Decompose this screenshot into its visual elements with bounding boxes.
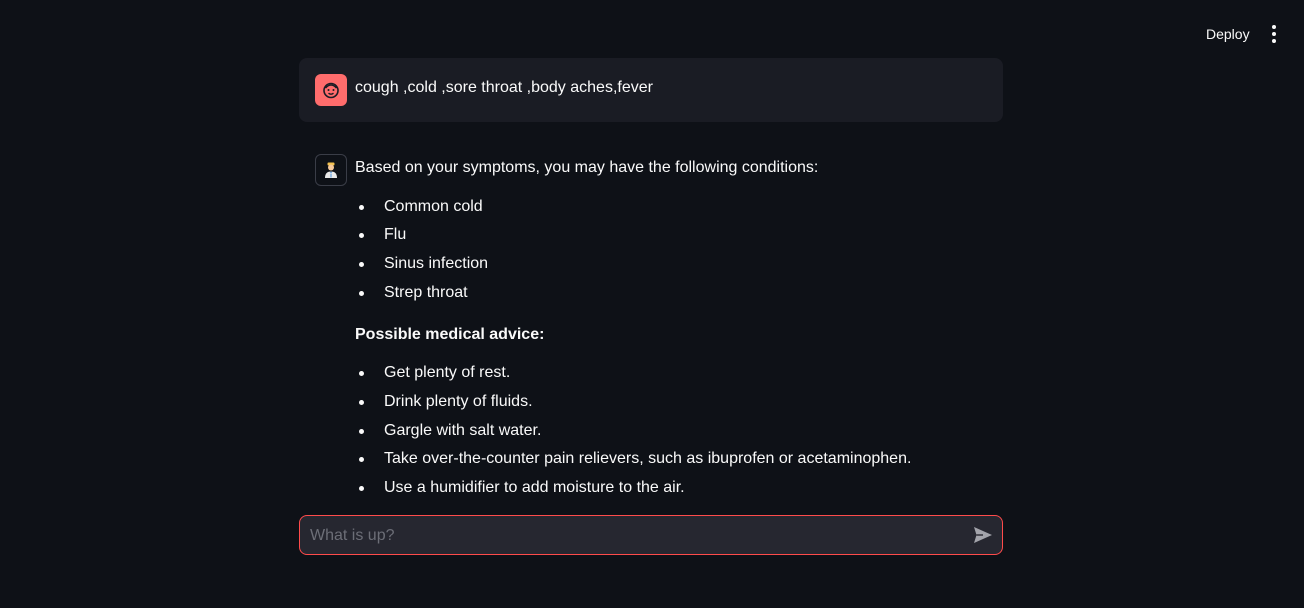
app: Deploy cough ,cold ,sore throat ,body ac… xyxy=(0,0,1304,608)
user-avatar xyxy=(315,74,347,106)
list-item: Sinus infection xyxy=(359,251,995,280)
assistant-message-content: Based on your symptoms, you may have the… xyxy=(355,154,995,504)
face-icon xyxy=(323,82,339,99)
vertical-ellipsis-icon xyxy=(1272,25,1276,29)
main-menu-button[interactable] xyxy=(1262,20,1286,48)
advice-heading: Possible medical advice: xyxy=(355,325,545,343)
doctor-icon xyxy=(325,162,337,178)
list-item: Common cold xyxy=(359,194,995,223)
user-message: cough ,cold ,sore throat ,body aches,fev… xyxy=(299,58,1003,122)
assistant-avatar xyxy=(315,154,347,186)
list-item: Flu xyxy=(359,222,995,251)
ellipsis-dot xyxy=(1272,39,1276,43)
send-icon xyxy=(974,527,992,543)
send-button[interactable] xyxy=(972,524,994,546)
assistant-intro: Based on your symptoms, you may have the… xyxy=(355,159,819,176)
ellipsis-dot xyxy=(1272,32,1276,36)
list-item: Gargle with salt water. xyxy=(359,418,995,447)
list-item: Strep throat xyxy=(359,280,995,309)
list-item: Take over-the-counter pain relievers, su… xyxy=(359,446,995,475)
list-item: Drink plenty of fluids. xyxy=(359,389,995,418)
user-message-text: cough ,cold ,sore throat ,body aches,fev… xyxy=(355,79,653,96)
chat-input[interactable] xyxy=(308,516,952,556)
conditions-list: Common cold Flu Sinus infection Strep th… xyxy=(355,194,995,309)
deploy-button[interactable]: Deploy xyxy=(1192,22,1264,46)
advice-list: Get plenty of rest. Drink plenty of flui… xyxy=(355,360,995,504)
chat-input-container xyxy=(299,515,1003,556)
list-item: Get plenty of rest. xyxy=(359,360,995,389)
list-item: Use a humidifier to add moisture to the … xyxy=(359,475,995,504)
assistant-message: Based on your symptoms, you may have the… xyxy=(299,154,1003,504)
